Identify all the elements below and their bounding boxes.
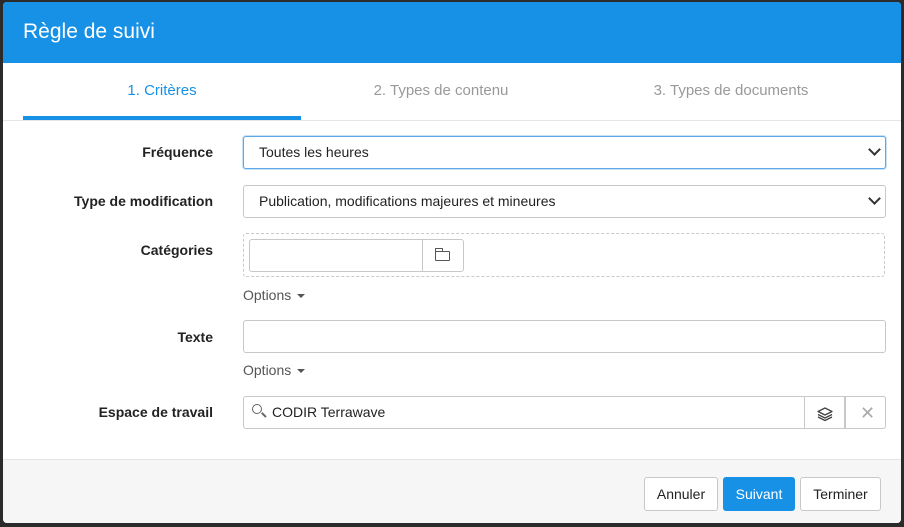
close-icon: ✕ bbox=[860, 403, 876, 423]
type-modification-value: Publication, modifications majeures et m… bbox=[259, 193, 556, 209]
categories-options-toggle[interactable]: Options bbox=[243, 287, 306, 303]
chevron-down-icon bbox=[868, 192, 881, 205]
categories-dropzone bbox=[243, 233, 885, 277]
next-button[interactable]: Suivant bbox=[723, 477, 795, 511]
wizard-tabs: 1. Critères 2. Types de contenu 3. Types… bbox=[3, 63, 901, 121]
texte-options-toggle[interactable]: Options bbox=[243, 362, 306, 378]
finish-button[interactable]: Terminer bbox=[800, 477, 881, 511]
clear-workspace-button[interactable]: ✕ bbox=[845, 396, 886, 429]
texte-label: Texte bbox=[177, 329, 213, 345]
espace-travail-field[interactable]: CODIR Terrawave ✕ bbox=[243, 396, 886, 429]
dialog-header: Règle de suivi bbox=[3, 2, 901, 63]
dialog-title: Règle de suivi bbox=[23, 20, 155, 43]
caret-down-icon bbox=[297, 369, 306, 374]
categories-input[interactable] bbox=[249, 239, 423, 272]
espace-travail-label: Espace de travail bbox=[98, 404, 213, 420]
chevron-down-icon bbox=[868, 143, 881, 156]
texte-options-label: Options bbox=[243, 362, 292, 378]
tab-types-documents[interactable]: 3. Types de documents bbox=[581, 63, 881, 120]
categories-label: Catégories bbox=[140, 242, 213, 258]
workspace-picker-button[interactable] bbox=[804, 396, 845, 429]
caret-down-icon bbox=[297, 294, 306, 299]
folder-icon bbox=[434, 248, 450, 261]
tab-types-contenu[interactable]: 2. Types de contenu bbox=[301, 63, 581, 120]
frequence-label: Fréquence bbox=[142, 144, 213, 160]
tab-criteres[interactable]: 1. Critères bbox=[23, 63, 301, 120]
cancel-button[interactable]: Annuler bbox=[644, 477, 718, 511]
frequence-value: Toutes les heures bbox=[259, 144, 369, 160]
categories-options-label: Options bbox=[243, 287, 292, 303]
texte-input[interactable] bbox=[243, 320, 886, 353]
layers-icon bbox=[817, 407, 833, 422]
categories-browse-button[interactable] bbox=[422, 239, 464, 272]
search-icon bbox=[252, 404, 262, 414]
type-modification-select[interactable]: Publication, modifications majeures et m… bbox=[243, 185, 886, 218]
follow-rule-dialog: Règle de suivi 1. Critères 2. Types de c… bbox=[3, 2, 901, 523]
dialog-footer: Annuler Suivant Terminer bbox=[3, 459, 901, 523]
type-modification-label: Type de modification bbox=[74, 193, 213, 209]
frequence-select[interactable]: Toutes les heures bbox=[243, 136, 886, 169]
espace-travail-value: CODIR Terrawave bbox=[272, 404, 386, 420]
